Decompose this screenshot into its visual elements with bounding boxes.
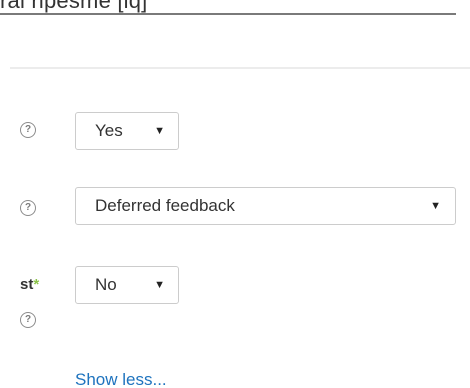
field-label-text: st	[20, 276, 34, 293]
chevron-down-icon: ▼	[154, 125, 165, 137]
select-value: Yes	[95, 121, 123, 140]
help-icon[interactable]: ?	[20, 122, 36, 138]
top-text-field[interactable]: rai ripesme [iq]	[0, 0, 456, 15]
top-text-field-value: rai ripesme [iq]	[0, 0, 148, 13]
field-label: st*	[20, 276, 39, 293]
show-less-link[interactable]: Show less...	[75, 370, 167, 388]
help-icon[interactable]: ?	[20, 312, 36, 328]
yes-no-select[interactable]: Yes ▼	[75, 112, 179, 150]
settings-form-fragment: rai ripesme [iq] ? Yes ▼ ? Deferred feed…	[0, 0, 470, 388]
section-divider	[10, 67, 470, 69]
question-behaviour-select[interactable]: Deferred feedback ▼	[75, 187, 456, 225]
select-value: Deferred feedback	[95, 196, 235, 215]
chevron-down-icon: ▼	[430, 200, 441, 212]
chevron-down-icon: ▼	[154, 279, 165, 291]
help-icon[interactable]: ?	[20, 200, 36, 216]
no-yes-select[interactable]: No ▼	[75, 266, 179, 304]
select-value: No	[95, 275, 117, 294]
required-indicator: *	[33, 276, 40, 293]
